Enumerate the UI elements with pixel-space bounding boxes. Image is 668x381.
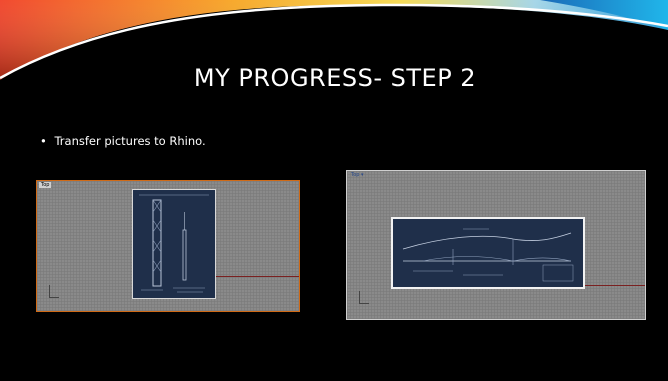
viewport-label[interactable]: Top ▾ <box>349 172 366 178</box>
blueprint-image-tower <box>132 189 216 299</box>
bullet-text: Transfer pictures to Rhino. <box>54 134 206 148</box>
bullet-item: • Transfer pictures to Rhino. <box>40 134 206 148</box>
x-axis-line <box>215 276 299 277</box>
viewport-label[interactable]: Top <box>39 182 52 188</box>
slide-title: MY PROGRESS- STEP 2 <box>193 64 477 92</box>
blueprint-drawing <box>402 228 574 282</box>
axis-triad-icon <box>359 291 373 305</box>
rhino-viewport-right[interactable]: Top ▾ <box>346 170 646 320</box>
bullet-symbol: • <box>40 134 47 148</box>
blueprint-image-bridge <box>391 217 585 289</box>
axis-triad-icon <box>49 285 63 299</box>
slide: MY PROGRESS- STEP 2 • Transfer pictures … <box>0 0 668 381</box>
x-axis-line <box>583 285 645 286</box>
rhino-viewport-left[interactable]: Top <box>36 180 300 312</box>
blueprint-drawing <box>139 194 209 293</box>
